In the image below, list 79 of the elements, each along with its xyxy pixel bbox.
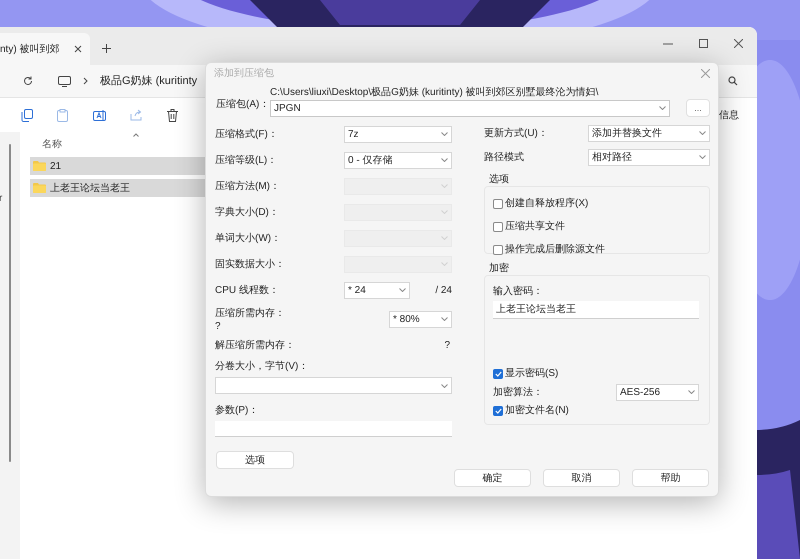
options-button[interactable]: 选项 [216, 451, 294, 469]
memory-value: ? [444, 338, 450, 352]
field-label: 字典大小(D)： [215, 206, 279, 220]
dropdown[interactable]: 相对路径 [588, 148, 710, 166]
sidebar-label[interactable]: r [0, 194, 20, 204]
chevron-down-icon [441, 384, 448, 388]
close-icon[interactable] [74, 45, 82, 53]
field-label: 压缩格式(F)： [215, 128, 278, 142]
chevron-down-icon [699, 155, 706, 159]
field-label: CPU 线程数： [215, 284, 280, 298]
help-button[interactable]: 帮助 [632, 469, 709, 487]
field-label: 压缩所需内存： [215, 306, 285, 321]
checkbox-label: 创建自释放程序(X) [505, 196, 588, 211]
group-title: 加密 [489, 263, 510, 275]
dropdown[interactable]: 0 - 仅存储 [344, 152, 452, 168]
archive-name-combobox[interactable]: JPGN [270, 100, 670, 116]
sort-caret-icon [133, 133, 139, 137]
toolbar-label[interactable]: 信息 [719, 108, 739, 122]
chevron-down-icon [441, 132, 448, 136]
dropdown[interactable]: 7z [344, 126, 452, 142]
folder-icon [33, 183, 46, 193]
checkbox[interactable] [493, 222, 503, 232]
field-label: 固实数据大小： [215, 258, 285, 272]
chevron-down-icon [659, 106, 666, 110]
folder-icon [33, 161, 46, 171]
field-label: 压缩方法(M)： [215, 180, 280, 194]
dropdown[interactable]: AES-256 [616, 384, 699, 400]
tab-title: nty) 被叫到郊 [0, 42, 60, 56]
rename-icon[interactable] [93, 108, 107, 122]
field-label: 参数(P)： [215, 404, 260, 418]
copy-icon[interactable] [21, 108, 33, 122]
tab[interactable]: nty) 被叫到郊 [0, 33, 90, 65]
group-title: 选项 [489, 174, 510, 186]
chevron-down-icon [441, 317, 448, 321]
field-label: 输入密码： [493, 284, 544, 299]
trash-icon[interactable] [167, 108, 178, 122]
new-tab-icon[interactable] [102, 44, 111, 53]
field-label: 压缩等级(L)： [215, 154, 278, 168]
input-field[interactable] [215, 421, 452, 437]
checkbox-label: 压缩共享文件 [505, 220, 565, 234]
chevron-down-icon [688, 390, 695, 394]
field-label: 路径模式 [484, 150, 524, 164]
browse-button[interactable]: ... [686, 99, 710, 117]
checkbox[interactable] [493, 406, 503, 416]
archive-path: C:\Users\liuxi\Desktop\极品G奶妹 (kuritinty) 被叫到郊区别墅最终沦为情妇\ [270, 87, 600, 99]
dropdown[interactable]: * 24 [344, 282, 410, 298]
breadcrumb[interactable]: 极品G奶妹 (kuritinty [100, 72, 198, 90]
field-label: 加密算法： [493, 386, 543, 400]
column-header[interactable]: 名称 [42, 137, 62, 152]
thread-total: / 24 [435, 284, 452, 298]
dialog-title: 添加到压缩包 [214, 66, 274, 80]
memory-value: ? [215, 321, 222, 332]
field-label: 分卷大小，字节(V)： [215, 360, 310, 374]
chevron-down-icon [399, 288, 406, 292]
checkbox[interactable] [493, 244, 503, 254]
dropdown[interactable]: 添加并替换文件 [588, 124, 710, 142]
password-field[interactable]: 上老王论坛当老王 [493, 301, 699, 319]
dropdown[interactable]: * 80% [389, 310, 452, 328]
checkbox-label: 显示密码(S) [505, 366, 558, 381]
maximize-icon[interactable] [699, 39, 708, 48]
field-label: 解压缩所需内存： [215, 338, 295, 352]
checkbox[interactable] [493, 198, 503, 208]
chevron-down-icon [699, 131, 706, 135]
checkbox[interactable] [493, 368, 503, 378]
search-icon[interactable] [728, 76, 738, 86]
close-icon[interactable] [734, 39, 743, 48]
ok-button[interactable]: 确定 [454, 469, 531, 487]
refresh-icon[interactable] [23, 76, 33, 86]
monitor-icon[interactable] [58, 76, 71, 86]
minimize-icon[interactable] [663, 42, 673, 44]
checkbox-label: 操作完成后删除源文件 [505, 242, 605, 257]
field-label: 更新方式(U)： [484, 126, 548, 140]
cancel-button[interactable]: 取消 [543, 469, 620, 487]
scrollbar[interactable] [9, 144, 11, 462]
chevron-down-icon [441, 158, 448, 162]
field-label: 压缩包(A)： [216, 98, 270, 112]
checkbox-label: 加密文件名(N) [505, 404, 569, 418]
chevron-right-icon [83, 77, 88, 85]
field-label: 单词大小(W)： [215, 232, 282, 246]
